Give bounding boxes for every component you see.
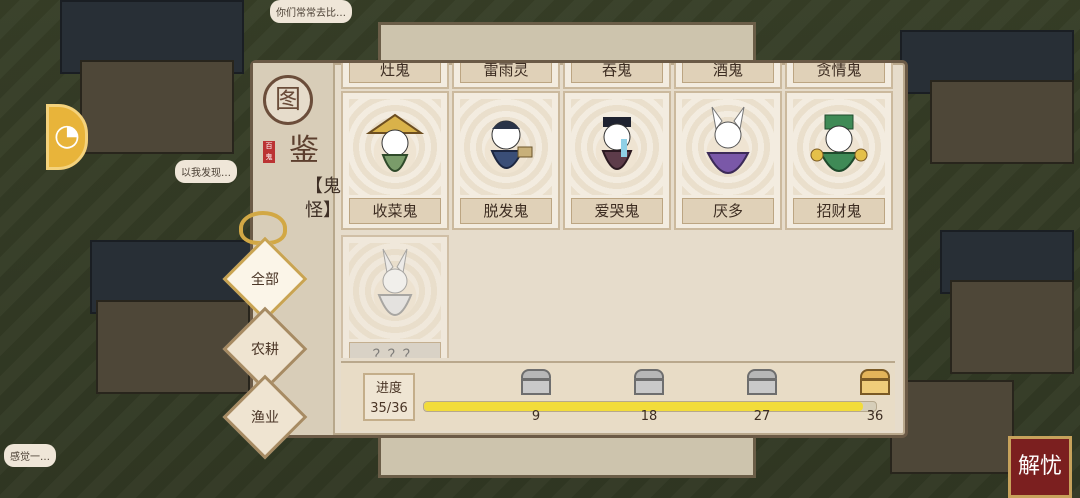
reward-chest-icon[interactable] [634, 369, 664, 395]
ghost-card[interactable]: 酒鬼 [674, 63, 782, 89]
album-stamp: 百鬼 [263, 141, 275, 163]
ghost-name: 厌多 [682, 198, 774, 224]
reward-chest-icon[interactable] [521, 369, 551, 395]
ghost-name: 爱哭鬼 [571, 198, 663, 224]
ghost-card[interactable]: 招财鬼 [785, 91, 893, 230]
filter-label: 农耕 [251, 342, 279, 358]
ghost-card[interactable]: 收菜鬼 [341, 91, 449, 230]
ghost-name: 收菜鬼 [349, 198, 441, 224]
ghost-name: 吞鬼 [571, 63, 663, 83]
speech-bubble: 你们常常去比… [270, 0, 352, 23]
ghost-card-locked[interactable]: ？？？ [341, 235, 449, 358]
ghost-portrait [571, 99, 663, 195]
ghost-portrait [349, 99, 441, 195]
ghost-card[interactable]: 灶鬼 [341, 63, 449, 89]
album-panel: 图 鉴 百鬼 【鬼怪】 全部 农耕 渔业 灶鬼 雷雨灵 吞鬼 酒鬼 贪情鬼 收菜… [222, 60, 908, 460]
milestone-label: 9 [531, 409, 541, 424]
ghost-card[interactable]: 爱哭鬼 [563, 91, 671, 230]
ghost-name: ？？？ [349, 342, 441, 358]
progress-value: 35/36 [370, 401, 408, 416]
filter-label: 渔业 [251, 410, 279, 426]
ghost-card[interactable]: 雷雨灵 [452, 63, 560, 89]
reward-chest-icon[interactable] [860, 369, 890, 395]
progress-label: 进度 [375, 381, 402, 396]
reward-chest-icon[interactable] [747, 369, 777, 395]
ghost-name: 贪情鬼 [793, 63, 885, 83]
milestone-label: 27 [753, 409, 771, 424]
ghost-name: 酒鬼 [682, 63, 774, 83]
ghost-card[interactable]: 脱发鬼 [452, 91, 560, 230]
progress-area: 进度 35/36 9 18 27 36 [341, 361, 895, 431]
ghost-card-grid[interactable]: 灶鬼 雷雨灵 吞鬼 酒鬼 贪情鬼 收菜鬼 脱发鬼 爱哭鬼 厌多 招财鬼 ？？？ [341, 63, 893, 358]
album-seal: 图 [263, 75, 313, 125]
ghost-name: 招财鬼 [793, 198, 885, 224]
ghost-portrait [682, 99, 774, 195]
ghost-name: 雷雨灵 [460, 63, 552, 83]
speech-bubble: 感觉一… [4, 444, 56, 467]
album-sidebar: 图 鉴 百鬼 【鬼怪】 全部 农耕 渔业 [222, 63, 341, 460]
ghost-card[interactable]: 吞鬼 [563, 63, 671, 89]
album-title: 鉴 [289, 133, 319, 168]
ghost-silhouette [349, 243, 441, 339]
ghost-portrait [793, 99, 885, 195]
jieyou-button[interactable]: 解忧 [1008, 436, 1072, 498]
milestone-label: 36 [866, 409, 884, 424]
ghost-card[interactable]: 贪情鬼 [785, 63, 893, 89]
filter-label: 全部 [251, 272, 279, 288]
category-label: 【鬼怪】 [305, 176, 341, 221]
ghost-name: 脱发鬼 [460, 198, 552, 224]
milestone-label: 18 [640, 409, 658, 424]
ghost-name: 灶鬼 [349, 63, 441, 83]
progress-box: 进度 35/36 [363, 373, 415, 421]
speech-bubble: 以我发现… [175, 160, 237, 183]
ghost-portrait [460, 99, 552, 195]
ghost-card[interactable]: 厌多 [674, 91, 782, 230]
